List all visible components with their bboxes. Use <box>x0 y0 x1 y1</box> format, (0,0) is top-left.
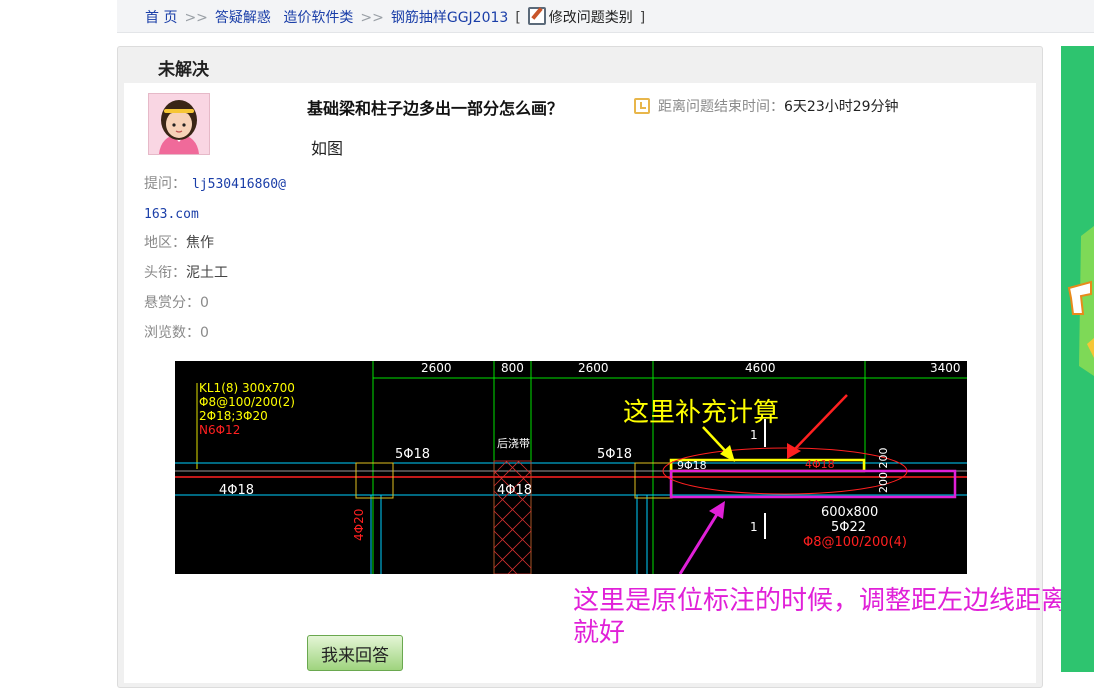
asker-name-link-cont[interactable]: 163.com <box>144 207 199 222</box>
dim-label: 2600 <box>578 361 609 375</box>
beam-spec-line: KL1(8) 300x700 <box>199 381 295 395</box>
status-title: 未解决 <box>158 60 209 80</box>
rebar-label: 5Φ18 <box>597 447 632 462</box>
side-banner[interactable] <box>1061 46 1094 672</box>
dim-label: 800 <box>501 361 524 375</box>
question-title: 基础梁和柱子边多出一部分怎么画？ <box>307 99 564 118</box>
asker-name-row-2: 163.com <box>144 205 199 224</box>
beam-spec-line: 2Φ18;3Φ20 <box>199 409 268 423</box>
asker-name-row: 提问： lj530416860@ <box>144 175 286 194</box>
bracket-close: ] <box>639 10 646 26</box>
section-stirrup: Φ8@100/200(4) <box>803 535 907 550</box>
reward-row: 悬赏分：0 <box>144 294 209 312</box>
section-bars: 5Φ22 <box>831 520 866 535</box>
breadcrumb-link-software[interactable]: 造价软件类 <box>283 10 353 26</box>
column-rebar-label: 4Φ20 <box>352 509 366 541</box>
answer-button[interactable]: 我来回答 <box>307 635 403 671</box>
asker-name-link[interactable]: lj530416860@ <box>192 177 286 192</box>
breadcrumb-bar: 首 页 >> 答疑解惑 造价软件类 >> 钢筋抽样GGJ2013 [ 修改问题类别] <box>117 0 1094 33</box>
views-value: 0 <box>200 325 209 341</box>
breadcrumb-link-ggj[interactable]: 钢筋抽样GGJ2013 <box>391 10 508 26</box>
cad-screenshot: 2600 800 2600 4600 3400 KL1(8) 300x700 Φ… <box>175 361 967 574</box>
rebar-label: 4Φ18 <box>219 483 254 498</box>
section-mark: 1 <box>750 520 758 534</box>
edit-category-link[interactable]: 修改问题类别 <box>549 10 633 26</box>
yellow-arrow <box>702 426 735 462</box>
rebar-label: 5Φ18 <box>395 447 430 462</box>
section-size: 600x800 <box>821 505 878 520</box>
reward-label: 悬赏分： <box>144 295 200 311</box>
magenta-callout-text: 这里是原位标注的时候，调整距左边线距离就好 <box>573 586 1068 648</box>
breadcrumb-link-qa[interactable]: 答疑解惑 <box>215 10 271 26</box>
dim-label: 4600 <box>745 361 776 375</box>
rank-value: 泥土工 <box>186 265 228 281</box>
rank-label: 头衔： <box>144 265 186 281</box>
views-label: 浏览数： <box>144 325 200 341</box>
asker-label: 提问： <box>144 176 186 192</box>
rebar-label-red: 4Φ18 <box>805 458 835 471</box>
beam-spec-line: Φ8@100/200(2) <box>199 395 295 409</box>
dim-label: 2600 <box>421 361 452 375</box>
yellow-annotation: 这里补充计算 <box>623 398 779 428</box>
region-row: 地区：焦作 <box>144 234 214 252</box>
reward-value: 0 <box>200 295 209 311</box>
question-body: 如图 <box>311 139 344 158</box>
rebar-label: 4Φ18 <box>497 483 532 498</box>
magenta-arrow <box>678 501 725 574</box>
dimension-label: 200 200 <box>877 448 890 494</box>
views-row: 浏览数：0 <box>144 324 209 342</box>
edit-icon[interactable] <box>527 7 546 25</box>
clock-icon <box>634 98 650 114</box>
bracket-open: [ <box>515 10 521 26</box>
timer-value: 6天23小时29分钟 <box>784 99 899 115</box>
region-label: 地区： <box>144 235 186 251</box>
avatar[interactable] <box>148 93 210 155</box>
rank-row: 头衔：泥土工 <box>144 264 228 282</box>
beam-spec-line: N6Φ12 <box>199 423 240 437</box>
breadcrumb-separator: >> <box>360 10 384 26</box>
deadline-timer: 距离问题结束时间：6天23小时29分钟 <box>634 96 899 116</box>
breadcrumb-home-link[interactable]: 首 页 <box>145 10 177 26</box>
red-arrow <box>787 394 848 459</box>
breadcrumb: 首 页 >> 答疑解惑 造价软件类 >> 钢筋抽样GGJ2013 [ 修改问题类别] <box>145 7 652 27</box>
region-value: 焦作 <box>186 235 214 251</box>
dim-label: 3400 <box>930 361 961 375</box>
post-pour-label: 后浇带 <box>497 437 530 450</box>
timer-label: 距离问题结束时间： <box>658 99 784 115</box>
breadcrumb-separator: >> <box>184 10 208 26</box>
section-mark: 1 <box>750 428 758 442</box>
